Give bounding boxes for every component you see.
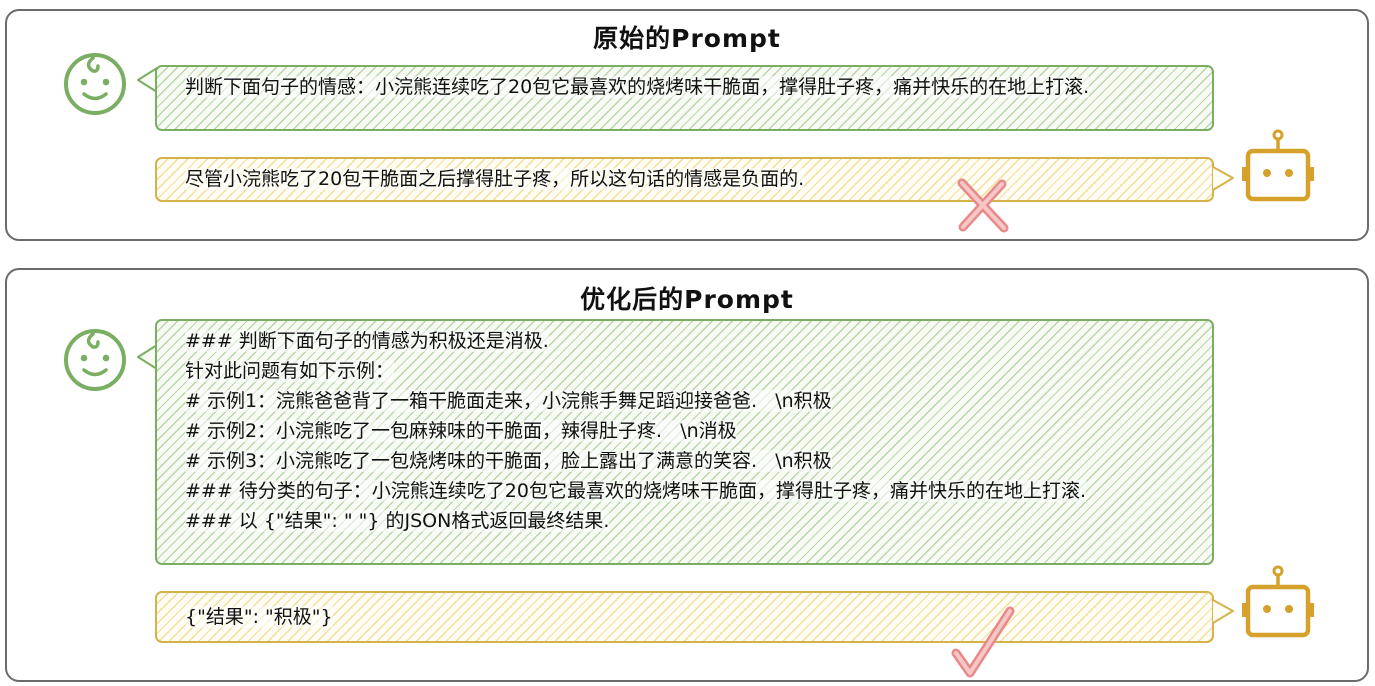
original-user-message: 判断下面句子的情感：小浣熊连续吃了20包它最喜欢的烧烤味干脆面，撑得肚子疼，痛并…: [155, 65, 1214, 131]
prompt-line: # 示例3：小浣熊吃了一包烧烤味的干脆面，脸上露出了满意的笑容. \n积极: [185, 450, 832, 472]
check-mark-icon: [951, 606, 1015, 678]
bot-bubble-tail: [1212, 166, 1234, 191]
prompt-line: # 示例2：小浣熊吃了一包麻辣味的干脆面，辣得肚子疼. \n消极: [185, 420, 737, 442]
original-bot-reply: 尽管小浣熊吃了20包干脆面之后撑得肚子疼，所以这句话的情感是负面的.: [155, 157, 1214, 202]
prompt-line: ### 判断下面句子的情感为积极还是消极.: [185, 330, 549, 352]
prompt-line: 针对此问题有如下示例：: [185, 360, 395, 382]
baby-face-icon: [64, 53, 126, 115]
original-bot-text: 尽管小浣熊吃了20包干脆面之后撑得肚子疼，所以这句话的情感是负面的.: [185, 168, 805, 190]
prompt-line: # 示例1：浣熊爸爸背了一箱干脆面走来，小浣熊手舞足蹈迎接爸爸. \n积极: [185, 390, 832, 412]
optimized-user-message: ### 判断下面句子的情感为积极还是消极. 针对此问题有如下示例： # 示例1：…: [155, 319, 1214, 565]
robot-icon: [1242, 565, 1314, 638]
optimized-bot-reply: {"结果": "积极"}: [155, 591, 1214, 643]
baby-face-icon: [64, 329, 126, 391]
robot-icon: [1242, 129, 1314, 202]
prompt-line: ### 待分类的句子：小浣熊连续吃了20包它最喜欢的烧烤味干脆面，撑得肚子疼，痛…: [185, 480, 1087, 502]
cross-mark-icon: [957, 178, 1009, 233]
bot-bubble-tail: [1212, 599, 1234, 624]
optimized-bot-text: {"结果": "积极"}: [185, 606, 333, 628]
prompt-line: ### 以 {"结果": " "} 的JSON格式返回最终结果.: [185, 510, 610, 532]
panel-title-optimized: 优化后的Prompt: [580, 285, 794, 314]
original-user-text: 判断下面句子的情感：小浣熊连续吃了20包它最喜欢的烧烤味干脆面，撑得肚子疼，痛并…: [185, 76, 1090, 98]
panel-title-original: 原始的Prompt: [593, 24, 781, 53]
